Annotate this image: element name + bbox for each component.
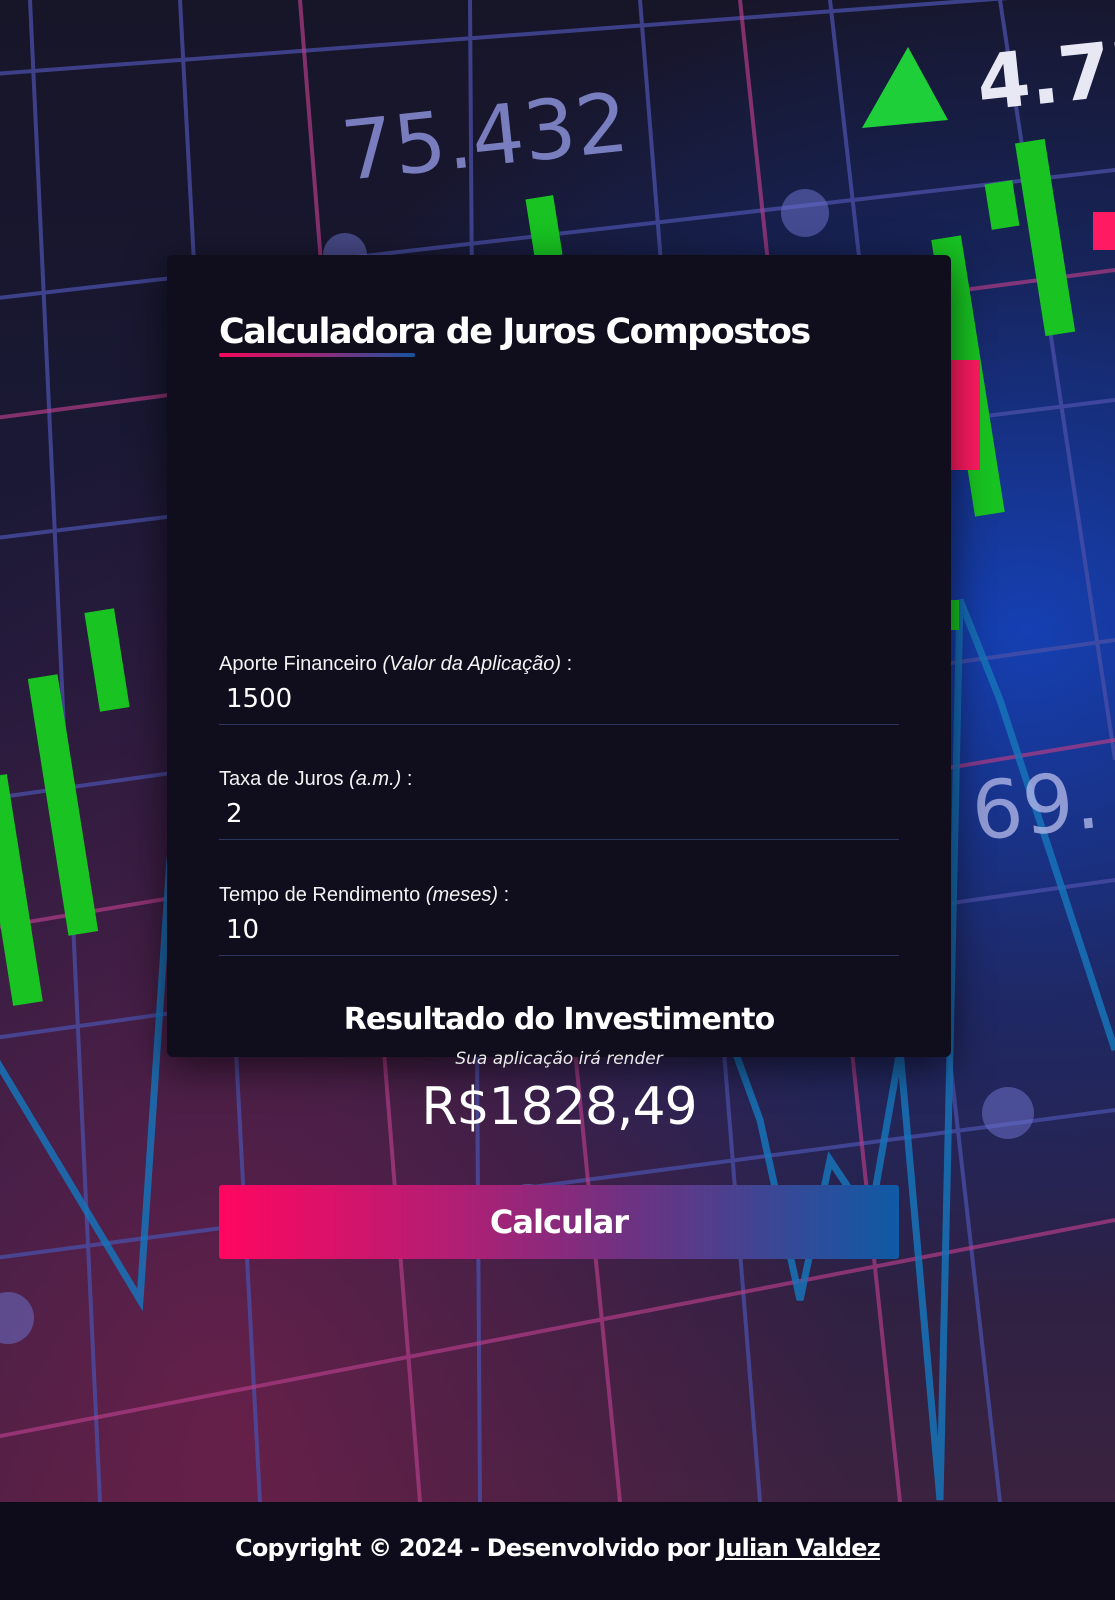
result-value: R$1828,49 [421,1077,697,1137]
bg-number-1: 75.432 [337,75,632,199]
aporte-label-colon: : [566,653,573,675]
taxa-label-text: Taxa de Juros [219,768,344,790]
field-tempo: Tempo de Rendimento (meses) : [219,884,899,956]
tempo-label-text: Tempo de Rendimento [219,884,421,906]
bg-number-3: 69. [967,753,1103,859]
footer-copyright: Copyright © 2024 - Desenvolvido por [235,1534,710,1562]
aporte-label-hint: (Valor da Aplicação) [382,653,562,675]
tempo-label: Tempo de Rendimento (meses) : [219,884,899,907]
calculator-card: Calculadora de Juros Compostos Aporte Fi… [167,255,951,1259]
bg-number-2: 4.72 [973,20,1115,128]
tempo-label-hint: (meses) [425,884,499,906]
taxa-input[interactable] [219,797,899,840]
title-underline-accent [219,353,415,357]
aporte-label: Aporte Financeiro (Valor da Aplicação) : [219,653,899,676]
footer-author-link[interactable]: Julian Valdez [717,1534,881,1562]
calculator-title: Calculadora de Juros Compostos [219,312,811,352]
taxa-label-colon: : [406,768,413,790]
aporte-label-text: Aporte Financeiro [219,653,377,675]
result-subtitle: Sua aplicação irá render [455,1049,663,1069]
calculate-button[interactable]: Calcular [219,1185,899,1259]
taxa-label: Taxa de Juros (a.m.) : [219,768,899,791]
field-taxa: Taxa de Juros (a.m.) : [219,768,899,840]
aporte-input[interactable] [219,682,899,725]
result-title: Resultado do Investimento [343,1002,775,1037]
tempo-input[interactable] [219,913,899,956]
tempo-label-colon: : [503,884,510,906]
field-aporte: Aporte Financeiro (Valor da Aplicação) : [219,653,899,725]
taxa-label-hint: (a.m.) [349,768,402,790]
footer: Copyright © 2024 - Desenvolvido por Juli… [0,1502,1115,1600]
